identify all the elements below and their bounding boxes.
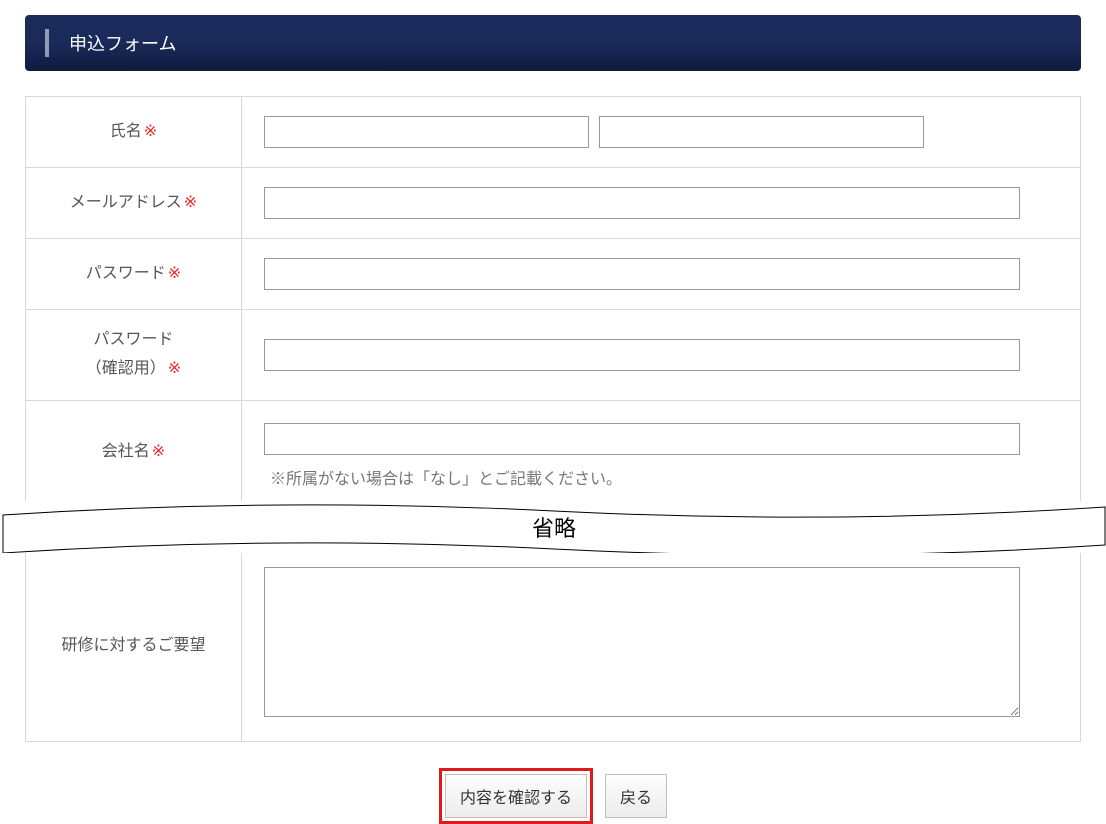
label-company: 会社名※ [26,401,242,503]
label-email: メールアドレス※ [26,168,242,238]
company-hint: ※所属がない場合は「なし」とご記載ください。 [270,465,1058,489]
row-requests: 研修に対するご要望 [26,551,1080,741]
omitted-text: 省略 [532,511,576,543]
label-company-text: 会社名 [102,443,150,460]
label-password: パスワード※ [26,239,242,309]
back-button[interactable]: 戻る [605,774,667,818]
password-confirm-input[interactable] [264,339,1020,371]
label-name: 氏名※ [26,97,242,167]
omitted-section-banner: 省略 [1,501,1106,553]
row-password: パスワード※ [26,239,1080,310]
label-password-confirm-line2: （確認用） [86,360,166,377]
label-requests: 研修に対するご要望 [26,551,242,741]
row-password-confirm: パスワード （確認用）※ [26,310,1080,401]
form-table: 氏名※ メールアドレス※ パスワード※ [25,96,1081,742]
confirm-button[interactable]: 内容を確認する [445,774,587,818]
required-mark: ※ [144,123,157,140]
row-email: メールアドレス※ [26,168,1080,239]
name-first-input[interactable] [599,116,924,148]
company-input[interactable] [264,423,1020,455]
required-mark: ※ [152,443,165,460]
form-title: 申込フォーム [69,30,176,56]
email-input[interactable] [264,187,1020,219]
button-row: 内容を確認する 戻る [25,768,1081,824]
form-header: 申込フォーム [25,15,1081,71]
label-password-text: パスワード [86,265,166,282]
required-mark: ※ [168,360,181,377]
row-name: 氏名※ [26,97,1080,168]
cell-name-inputs [242,97,1080,167]
confirm-highlight-box: 内容を確認する [439,768,593,824]
label-name-text: 氏名 [110,123,142,140]
name-last-input[interactable] [264,116,589,148]
password-input[interactable] [264,258,1020,290]
label-requests-text: 研修に対するご要望 [61,637,205,654]
label-password-confirm-line1: パスワード [93,331,173,348]
required-mark: ※ [184,194,197,211]
label-password-confirm: パスワード （確認用）※ [26,310,242,400]
header-accent-bar [45,29,49,57]
row-company: 会社名※ ※所属がない場合は「なし」とご記載ください。 [26,401,1080,503]
label-email-text: メールアドレス [70,194,182,211]
requests-textarea[interactable] [264,567,1020,717]
required-mark: ※ [168,265,181,282]
